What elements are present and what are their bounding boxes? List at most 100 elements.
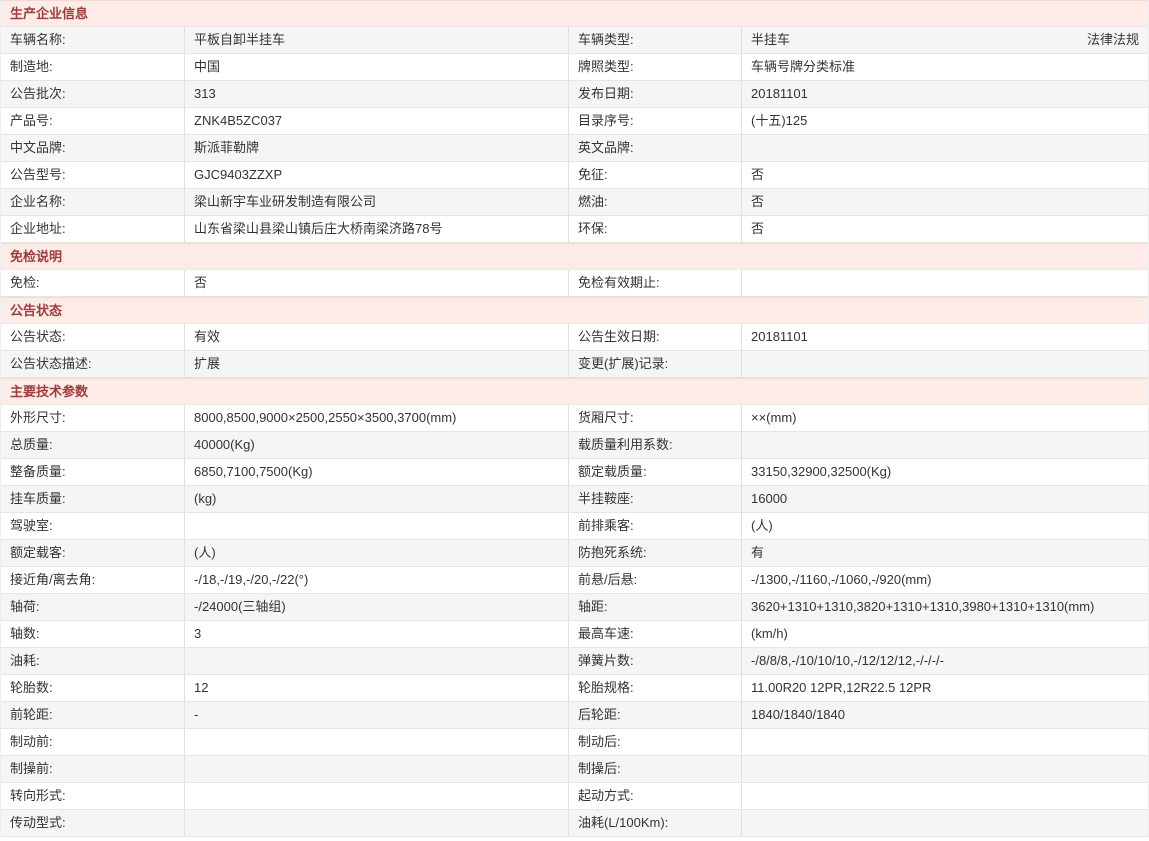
field-label: 传动型式: [1,810,185,836]
field-value: 40000(Kg) [185,432,569,458]
field-value-text: 3620+1310+1310,3820+1310+1310,3980+1310+… [751,599,1095,614]
field-label: 后轮距: [569,702,742,728]
table-row: 免检: 否免检有效期止: [1,270,1148,297]
field-value: 12 [185,675,569,701]
field-value: 中国 [185,54,569,80]
field-value: 半挂车 法律法规 [742,27,1148,53]
field-label: 制操后: [569,756,742,782]
field-label: 制动前: [1,729,185,755]
section-title: 主要技术参数 [10,384,89,399]
field-value [185,729,569,755]
field-value: 6850,7100,7500(Kg) [185,459,569,485]
field-label: 产品号: [1,108,185,134]
field-label: 起动方式: [569,783,742,809]
table-row: 油耗: 弹簧片数: -/8/8/8,-/10/10/10,-/12/12/12,-/… [1,648,1148,675]
field-value [742,432,1148,458]
table-row: 制操前: 制操后: [1,756,1148,783]
field-value: -/1300,-/1160,-/1060,-/920(mm) [742,567,1148,593]
field-label: 制动后: [569,729,742,755]
field-label: 免检: [1,270,185,296]
field-value-text: 否 [751,194,765,209]
field-value: (人) [185,540,569,566]
field-value: 否 [185,270,569,296]
section-title: 生产企业信息 [10,6,89,21]
table-row: 转向形式: 起动方式: [1,783,1148,810]
field-value [742,270,1148,296]
table-row: 制动前: 制动后: [1,729,1148,756]
field-label: 英文品牌: [569,135,742,161]
field-label: 制造地: [1,54,185,80]
field-value: 3620+1310+1310,3820+1310+1310,3980+1310+… [742,594,1148,620]
field-value-text: 20181101 [751,329,808,344]
field-value-text: 16000 [751,491,788,506]
field-value: GJC9403ZZXP [185,162,569,188]
field-value: ZNK4B5ZC037 [185,108,569,134]
field-label: 接近角/离去角: [1,567,185,593]
field-value [185,810,569,836]
section-header: 公告状态 [1,297,1148,324]
field-label: 前轮距: [1,702,185,728]
field-value-text: 33150,32900,32500(Kg) [751,464,892,479]
field-label: 公告型号: [1,162,185,188]
field-label: 车辆名称: [1,27,185,53]
field-value: 山东省梁山县梁山镇后庄大桥南梁济路78号 [185,216,569,242]
field-value: 平板自卸半挂车 [185,27,569,53]
field-label: 挂车质量: [1,486,185,512]
field-value: (kg) [185,486,569,512]
table-row: 轴数: 3 最高车速: (km/h) [1,621,1148,648]
field-label: 公告批次: [1,81,185,107]
field-label: 外形尺寸: [1,405,185,431]
field-value: 车辆号牌分类标准 [742,54,1148,80]
field-value: 斯派菲勒牌 [185,135,569,161]
field-label: 额定载质量: [569,459,742,485]
field-value [185,783,569,809]
field-label: 总质量: [1,432,185,458]
field-value: 33150,32900,32500(Kg) [742,459,1148,485]
section-title: 免检说明 [10,249,63,264]
field-value-text: (km/h) [751,626,788,641]
field-label: 转向形式: [1,783,185,809]
table-row: 企业地址: 山东省梁山县梁山镇后庄大桥南梁济路78号 环保: 否 [1,216,1148,243]
table-row: 前轮距: - 后轮距: 1840/1840/1840 [1,702,1148,729]
field-value: 有效 [185,324,569,350]
field-label: 制操前: [1,756,185,782]
field-label: 免检有效期止: [569,270,742,296]
field-label: 额定载客: [1,540,185,566]
field-label: 驾驶室: [1,513,185,539]
field-label: 公告状态: [1,324,185,350]
table-row: 制造地: 中国 牌照类型: 车辆号牌分类标准 [1,54,1148,81]
field-value: 梁山新宇车业研发制造有限公司 [185,189,569,215]
field-label: 弹簧片数: [569,648,742,674]
field-label: 企业名称: [1,189,185,215]
field-value-text: -/8/8/8,-/10/10/10,-/12/12/12,-/-/-/- [751,653,944,668]
field-value: 否 [742,189,1148,215]
field-label: 公告生效日期: [569,324,742,350]
field-value: 313 [185,81,569,107]
field-value: (km/h) [742,621,1148,647]
field-value: -/24000(三轴组) [185,594,569,620]
field-value [742,351,1148,377]
field-value [185,648,569,674]
table-row: 中文品牌: 斯派菲勒牌 英文品牌: [1,135,1148,162]
field-label: 免征: [569,162,742,188]
table-row: 产品号: ZNK4B5ZC037 目录序号: (十五)125 [1,108,1148,135]
field-value [185,756,569,782]
section-header: 免检说明 [1,243,1148,270]
field-value-text: ××(mm) [751,410,797,425]
field-label: 半挂鞍座: [569,486,742,512]
field-label: 整备质量: [1,459,185,485]
field-label: 目录序号: [569,108,742,134]
field-value-text: 11.00R20 12PR,12R22.5 12PR [751,680,932,695]
table-row: 外形尺寸: 8000,8500,9000×2500,2550×3500,3700(… [1,405,1148,432]
field-value [742,729,1148,755]
table-row: 公告状态: 有效 公告生效日期: 20181101 [1,324,1148,351]
section-title: 公告状态 [10,303,63,318]
legal-regulations-link[interactable]: 法律法规 [1087,27,1139,53]
field-label: 油耗(L/100Km): [569,810,742,836]
field-value [742,783,1148,809]
field-value-text: 有 [751,545,765,560]
field-label: 轮胎规格: [569,675,742,701]
field-value: 20181101 [742,324,1148,350]
field-value: -/8/8/8,-/10/10/10,-/12/12/12,-/-/-/- [742,648,1148,674]
table-row: 公告状态描述: 扩展 变更(扩展)记录: [1,351,1148,378]
